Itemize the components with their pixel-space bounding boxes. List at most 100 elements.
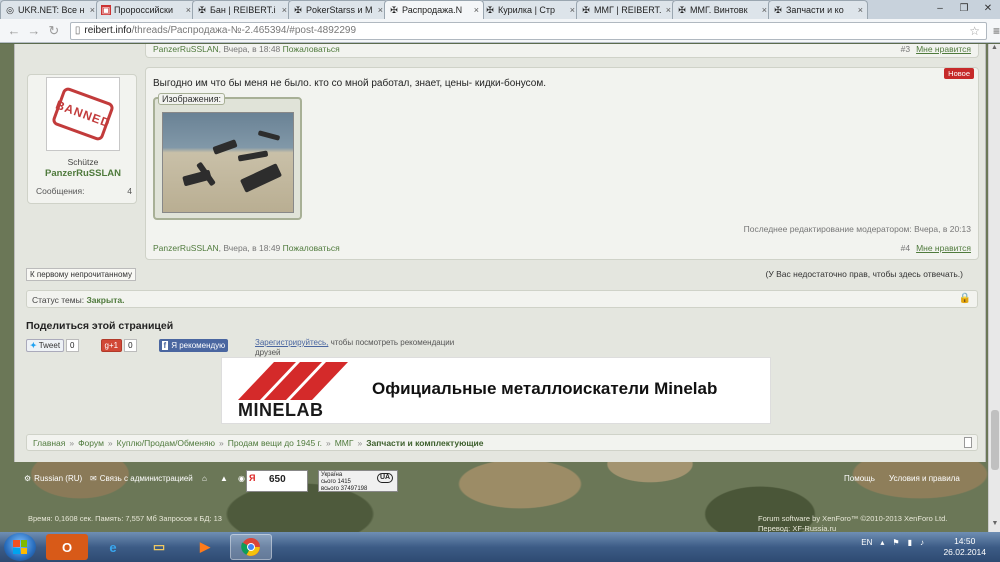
tweet-button[interactable]: ✦ Tweet bbox=[26, 338, 65, 352]
iron-cross-icon: ✠ bbox=[294, 5, 302, 15]
gear-icon: ⚙ bbox=[24, 474, 32, 483]
like-link[interactable]: Мне нравится bbox=[916, 243, 971, 253]
first-unread-button[interactable]: К первому непрочитанному bbox=[26, 268, 136, 281]
iron-cross-icon: ✠ bbox=[486, 5, 494, 15]
avatar[interactable]: BANNED bbox=[46, 77, 120, 151]
windows-taskbar: O e ▭ ▶ EN ▴ ⚑ ▮ ♪ 14:50 26.02.2014 bbox=[0, 532, 1000, 562]
footer-links: ⚙ Russian (RU) ✉ Связь с администрацией ⌂ … bbox=[24, 474, 964, 490]
minelab-banner[interactable]: MINELAB Официальные металлоискатели Mine… bbox=[221, 357, 771, 424]
close-icon[interactable]: × bbox=[762, 5, 767, 15]
iron-cross-icon: ✠ bbox=[198, 5, 206, 15]
like-link[interactable]: Мне нравится bbox=[916, 44, 971, 54]
breadcrumb-item[interactable]: Главная bbox=[33, 438, 65, 448]
breadcrumb-current[interactable]: Запчасти и комплектующие bbox=[366, 438, 483, 448]
bookmark-star-icon[interactable]: ☆ bbox=[969, 24, 980, 38]
username-link[interactable]: PanzerRuSSLAN bbox=[28, 168, 138, 179]
close-icon[interactable]: × bbox=[186, 5, 191, 15]
gplus-button[interactable]: g +1 bbox=[100, 338, 123, 352]
breadcrumb-item[interactable]: Куплю/Продам/Обменяю bbox=[117, 438, 215, 448]
close-icon[interactable]: × bbox=[858, 5, 863, 15]
banner-text: Официальные металлоискатели Minelab bbox=[372, 379, 718, 398]
globe-icon: ◎ bbox=[6, 5, 14, 15]
tray-arrow-icon[interactable]: ▴ bbox=[880, 538, 884, 547]
close-icon[interactable]: × bbox=[666, 5, 671, 15]
ukraine-counter[interactable]: Україна сього 1415 всього 37497198 UA bbox=[318, 470, 398, 492]
browser-tab-active[interactable]: ✠ Распродажа.N × bbox=[384, 0, 484, 19]
scroll-up-icon[interactable]: ▲ bbox=[989, 44, 1000, 56]
browser-tab[interactable]: ✠ Бан | REIBERT.i × bbox=[192, 0, 292, 19]
report-link[interactable]: Пожаловаться bbox=[283, 44, 340, 54]
author-link[interactable]: PanzerRuSSLAN bbox=[153, 243, 219, 253]
breadcrumb-item[interactable]: Форум bbox=[78, 438, 104, 448]
browser-tab[interactable]: ✠ ММГ. Винтовк × bbox=[672, 0, 772, 19]
reload-icon[interactable]: ↻ bbox=[46, 23, 62, 39]
breadcrumb: Главная» Форум» Куплю/Продам/Обменяю» Пр… bbox=[26, 434, 978, 451]
twitter-bird-icon: ✦ bbox=[30, 340, 37, 350]
language-chooser[interactable]: ⚙ Russian (RU) bbox=[24, 474, 85, 483]
folder-taskbar-icon[interactable]: ▭ bbox=[138, 534, 180, 560]
share-buttons: ✦ Tweet 0 g +1 0 fЯ рекомендую bbox=[26, 338, 229, 352]
close-icon[interactable]: × bbox=[378, 5, 383, 15]
system-tray: EN ▴ ⚑ ▮ ♪ bbox=[853, 538, 924, 547]
iron-cross-icon: ✠ bbox=[582, 5, 590, 15]
browser-tab[interactable]: ▣ Пророссийски × bbox=[96, 0, 196, 19]
close-icon[interactable]: × bbox=[90, 5, 95, 15]
outlook-taskbar-icon[interactable]: O bbox=[46, 534, 88, 560]
window-controls: – ❐ ✕ bbox=[928, 0, 1000, 18]
close-window-button[interactable]: ✕ bbox=[976, 0, 1000, 18]
windows-logo-icon bbox=[13, 540, 27, 554]
chrome-taskbar-icon[interactable] bbox=[230, 534, 272, 560]
facebook-recommend-button[interactable]: fЯ рекомендую bbox=[158, 338, 229, 352]
browser-tab[interactable]: ✠ Курилка | Стр × bbox=[480, 0, 580, 19]
clock[interactable]: 14:50 26.02.2014 bbox=[943, 536, 986, 558]
scroll-down-icon[interactable]: ▼ bbox=[989, 520, 1000, 532]
minimize-button[interactable]: – bbox=[928, 0, 952, 18]
post-number[interactable]: #3 bbox=[901, 44, 910, 54]
message-count: Сообщения: 4 bbox=[36, 186, 132, 196]
back-arrow-icon[interactable]: ← bbox=[6, 23, 22, 38]
flag-icon[interactable]: ⚑ bbox=[892, 538, 899, 547]
breadcrumb-item[interactable]: ММГ bbox=[335, 438, 354, 448]
network-icon[interactable]: ▮ bbox=[908, 538, 912, 547]
maximize-button[interactable]: ❐ bbox=[952, 0, 976, 18]
facebook-note: Зарегистрируйтесь, чтобы посмотреть реко… bbox=[255, 338, 455, 357]
scroll-top-icon[interactable]: ▲ bbox=[220, 474, 228, 483]
post-message: Новое Выгодно им что бы меня не было. кт… bbox=[145, 67, 979, 260]
menu-icon[interactable]: ≡ bbox=[993, 24, 1000, 38]
thread-status: Статус темы: Закрыта. 🔒 bbox=[26, 290, 978, 308]
yandex-counter[interactable]: Я 650 bbox=[246, 470, 308, 492]
register-link[interactable]: Зарегистрируйтесь, bbox=[255, 338, 328, 347]
page-scrollbar[interactable]: ▲ ▼ bbox=[988, 44, 1000, 532]
page-jump-icon[interactable] bbox=[964, 437, 972, 448]
language-indicator[interactable]: EN bbox=[861, 538, 872, 547]
contact-link[interactable]: ✉ Связь с администрацией bbox=[90, 474, 196, 483]
post-number[interactable]: #4 bbox=[901, 243, 910, 253]
help-link[interactable]: Помощь bbox=[844, 474, 875, 483]
browser-tab[interactable]: ✠ PokerStarss и М × bbox=[288, 0, 388, 19]
user-title: Schütze bbox=[67, 157, 99, 167]
page-icon: ▯ bbox=[74, 25, 81, 36]
close-icon[interactable]: × bbox=[570, 5, 575, 15]
close-icon[interactable]: × bbox=[282, 5, 287, 15]
report-link[interactable]: Пожаловаться bbox=[283, 243, 340, 253]
volume-icon[interactable]: ♪ bbox=[920, 538, 924, 547]
url-input[interactable]: ▯ reibert.info/threads/Распродажа-№-2.46… bbox=[69, 21, 987, 40]
forward-arrow-icon[interactable]: → bbox=[26, 23, 42, 38]
media-player-taskbar-icon[interactable]: ▶ bbox=[184, 534, 226, 560]
browser-tab[interactable]: ◎ UKR.NET: Все н × bbox=[0, 0, 100, 19]
rss-icon[interactable]: ◉ bbox=[238, 474, 245, 483]
author-link[interactable]: PanzerRuSSLAN bbox=[153, 44, 219, 54]
post-text: Выгодно им что бы меня не было. кто со м… bbox=[153, 78, 546, 89]
home-icon[interactable]: ⌂ bbox=[202, 474, 207, 483]
terms-link[interactable]: Условия и правила bbox=[889, 474, 960, 483]
browser-tab[interactable]: ✠ Запчасти и ко × bbox=[768, 0, 868, 19]
browser-tab[interactable]: ✠ ММГ | REIBERT. × bbox=[576, 0, 676, 19]
attachment-thumbnail[interactable] bbox=[162, 112, 294, 213]
start-button[interactable] bbox=[4, 533, 36, 561]
scroll-thumb[interactable] bbox=[991, 410, 999, 470]
no-permission-note: (У Вас недостаточно прав, чтобы здесь от… bbox=[765, 269, 963, 279]
attachments-label: Изображения: bbox=[158, 93, 226, 105]
close-icon[interactable]: × bbox=[474, 5, 479, 15]
breadcrumb-item[interactable]: Продам вещи до 1945 г. bbox=[228, 438, 322, 448]
internet-explorer-taskbar-icon[interactable]: e bbox=[92, 534, 134, 560]
